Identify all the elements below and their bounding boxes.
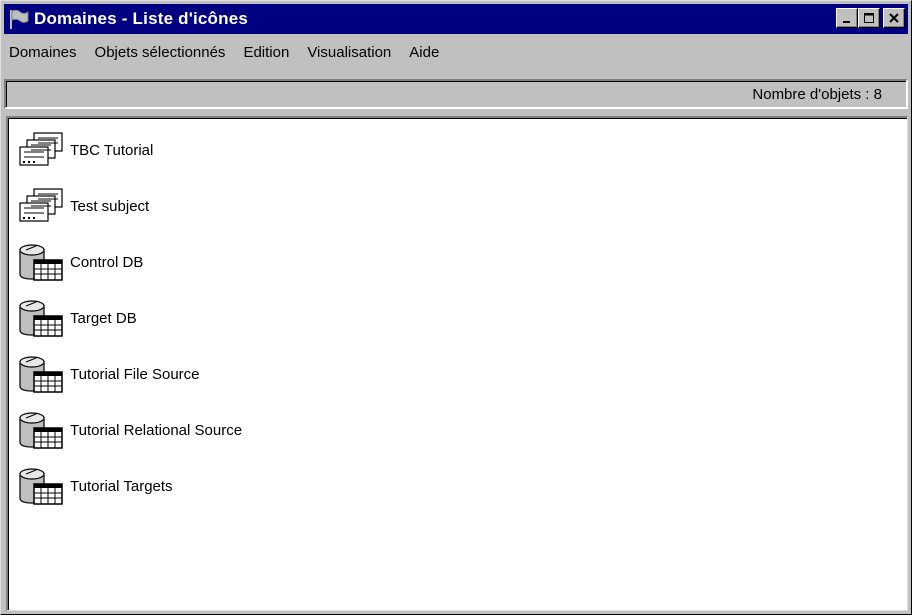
list-item-label: Tutorial Targets <box>70 477 173 495</box>
window-controls <box>836 8 905 28</box>
database-table-icon <box>19 300 63 337</box>
object-count: Nombre d'objets : 8 <box>752 85 882 103</box>
minimize-icon <box>843 21 850 23</box>
menu-objets-selectionnes[interactable]: Objets sélectionnés <box>86 44 235 61</box>
list-item[interactable]: Target DB <box>14 298 137 338</box>
menu-aide[interactable]: Aide <box>400 44 448 61</box>
menu-domaines[interactable]: Domaines <box>4 44 86 61</box>
database-table-icon <box>19 468 63 505</box>
minimize-button[interactable] <box>836 8 858 28</box>
flag-icon <box>10 9 29 29</box>
menu-visualisation[interactable]: Visualisation <box>298 44 400 61</box>
list-item[interactable]: Control DB <box>14 242 143 282</box>
list-item[interactable]: Tutorial File Source <box>14 354 200 394</box>
list-item-label: TBC Tutorial <box>70 141 154 159</box>
database-table-icon <box>19 244 63 281</box>
stacked-documents-icon <box>19 188 63 222</box>
menu-edition[interactable]: Edition <box>234 44 298 61</box>
list-item[interactable]: Test subject <box>14 186 149 226</box>
list-item[interactable]: Tutorial Relational Source <box>14 410 242 450</box>
status-bar: Nombre d'objets : 8 <box>4 79 908 109</box>
database-table-icon <box>19 356 63 393</box>
menu-bar: Domaines Objets sélectionnés Edition Vis… <box>4 39 908 65</box>
title-bar[interactable]: Domaines - Liste d'icônes <box>4 4 908 34</box>
main-window: Domaines - Liste d'icônes Domaines Objet… <box>0 0 912 615</box>
list-item-label: Tutorial Relational Source <box>70 421 243 439</box>
list-item-label: Control DB <box>70 253 144 271</box>
icon-list[interactable]: TBC Tutorial Test subject Control DB Tar… <box>6 116 908 611</box>
maximize-button[interactable] <box>858 8 880 28</box>
list-item-label: Tutorial File Source <box>70 365 200 383</box>
close-button[interactable] <box>883 8 905 28</box>
database-table-icon <box>19 412 63 449</box>
list-item[interactable]: Tutorial Targets <box>14 466 173 506</box>
maximize-icon <box>864 13 874 23</box>
list-item[interactable]: TBC Tutorial <box>14 130 153 170</box>
stacked-documents-icon <box>19 132 63 166</box>
list-item-label: Target DB <box>70 309 137 327</box>
close-icon <box>889 13 899 23</box>
window-title: Domaines - Liste d'icônes <box>34 9 249 28</box>
list-item-label: Test subject <box>70 197 150 215</box>
